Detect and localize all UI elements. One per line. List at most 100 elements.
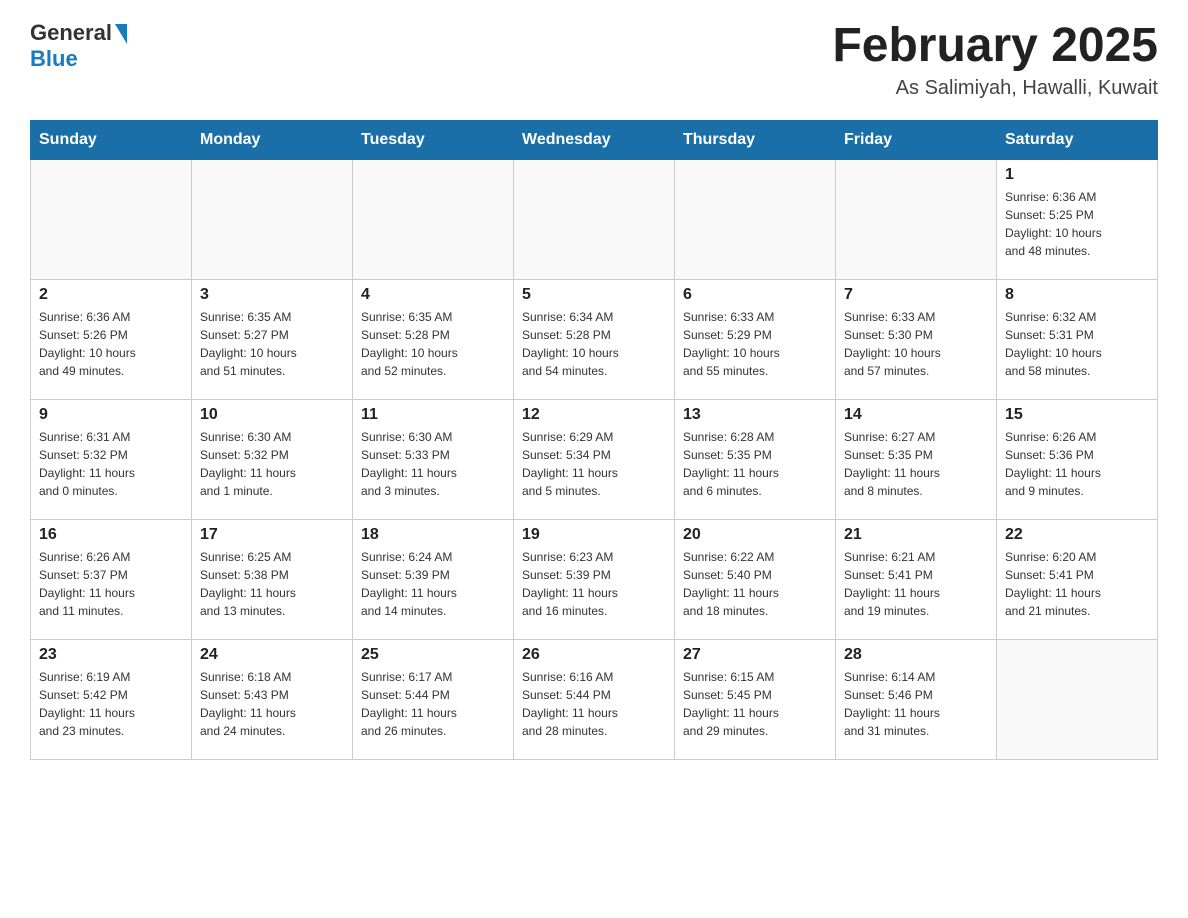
calendar-day-cell: 19 Sunrise: 6:23 AM Sunset: 5:39 PM Dayli… bbox=[514, 519, 675, 639]
day-info: Sunrise: 6:33 AM Sunset: 5:30 PM Dayligh… bbox=[844, 308, 988, 380]
day-number: 1 bbox=[1005, 166, 1149, 184]
calendar-day-cell: 20 Sunrise: 6:22 AM Sunset: 5:40 PM Dayli… bbox=[675, 519, 836, 639]
day-of-week-header: Monday bbox=[192, 120, 353, 159]
logo-triangle-icon bbox=[115, 24, 127, 44]
calendar-day-cell: 12 Sunrise: 6:29 AM Sunset: 5:34 PM Dayli… bbox=[514, 399, 675, 519]
day-number: 3 bbox=[200, 286, 344, 304]
calendar-day-cell: 16 Sunrise: 6:26 AM Sunset: 5:37 PM Dayli… bbox=[31, 519, 192, 639]
calendar-day-cell: 23 Sunrise: 6:19 AM Sunset: 5:42 PM Dayli… bbox=[31, 639, 192, 759]
calendar-day-cell: 15Sunrise: 6:26 AM Sunset: 5:36 PM Dayli… bbox=[997, 399, 1158, 519]
calendar-day-cell: 17 Sunrise: 6:25 AM Sunset: 5:38 PM Dayli… bbox=[192, 519, 353, 639]
day-number: 24 bbox=[200, 646, 344, 664]
day-number: 17 bbox=[200, 526, 344, 544]
day-info: Sunrise: 6:19 AM Sunset: 5:42 PM Dayligh… bbox=[39, 668, 183, 740]
calendar-day-cell: 6 Sunrise: 6:33 AM Sunset: 5:29 PM Daylig… bbox=[675, 279, 836, 399]
calendar-day-cell bbox=[675, 159, 836, 279]
calendar-day-cell bbox=[31, 159, 192, 279]
day-info: Sunrise: 6:29 AM Sunset: 5:34 PM Dayligh… bbox=[522, 428, 666, 500]
calendar-day-cell: 1 Sunrise: 6:36 AM Sunset: 5:25 PM Daylig… bbox=[997, 159, 1158, 279]
calendar-day-cell: 9Sunrise: 6:31 AM Sunset: 5:32 PM Daylig… bbox=[31, 399, 192, 519]
day-info: Sunrise: 6:20 AM Sunset: 5:41 PM Dayligh… bbox=[1005, 548, 1149, 620]
day-info: Sunrise: 6:22 AM Sunset: 5:40 PM Dayligh… bbox=[683, 548, 827, 620]
day-number: 22 bbox=[1005, 526, 1149, 544]
calendar-day-cell: 24 Sunrise: 6:18 AM Sunset: 5:43 PM Dayli… bbox=[192, 639, 353, 759]
day-info: Sunrise: 6:30 AM Sunset: 5:32 PM Dayligh… bbox=[200, 428, 344, 500]
header-row: SundayMondayTuesdayWednesdayThursdayFrid… bbox=[31, 120, 1158, 159]
calendar-day-cell bbox=[997, 639, 1158, 759]
day-info: Sunrise: 6:33 AM Sunset: 5:29 PM Dayligh… bbox=[683, 308, 827, 380]
day-number: 14 bbox=[844, 406, 988, 424]
month-title: February 2025 bbox=[832, 20, 1158, 73]
day-info: Sunrise: 6:16 AM Sunset: 5:44 PM Dayligh… bbox=[522, 668, 666, 740]
calendar-day-cell bbox=[836, 159, 997, 279]
day-number: 16 bbox=[39, 526, 183, 544]
calendar-week-row: 9Sunrise: 6:31 AM Sunset: 5:32 PM Daylig… bbox=[31, 399, 1158, 519]
day-info: Sunrise: 6:17 AM Sunset: 5:44 PM Dayligh… bbox=[361, 668, 505, 740]
calendar-day-cell: 10Sunrise: 6:30 AM Sunset: 5:32 PM Dayli… bbox=[192, 399, 353, 519]
day-number: 15 bbox=[1005, 406, 1149, 424]
day-of-week-header: Thursday bbox=[675, 120, 836, 159]
day-of-week-header: Friday bbox=[836, 120, 997, 159]
logo-blue-text: Blue bbox=[30, 46, 78, 71]
calendar-day-cell bbox=[192, 159, 353, 279]
day-info: Sunrise: 6:24 AM Sunset: 5:39 PM Dayligh… bbox=[361, 548, 505, 620]
day-info: Sunrise: 6:28 AM Sunset: 5:35 PM Dayligh… bbox=[683, 428, 827, 500]
day-info: Sunrise: 6:32 AM Sunset: 5:31 PM Dayligh… bbox=[1005, 308, 1149, 380]
day-number: 11 bbox=[361, 406, 505, 424]
day-info: Sunrise: 6:25 AM Sunset: 5:38 PM Dayligh… bbox=[200, 548, 344, 620]
calendar-day-cell: 18 Sunrise: 6:24 AM Sunset: 5:39 PM Dayli… bbox=[353, 519, 514, 639]
calendar-week-row: 1 Sunrise: 6:36 AM Sunset: 5:25 PM Daylig… bbox=[31, 159, 1158, 279]
page-header: General Blue February 2025 As Salimiyah,… bbox=[30, 20, 1158, 100]
calendar-header: SundayMondayTuesdayWednesdayThursdayFrid… bbox=[31, 120, 1158, 159]
day-number: 13 bbox=[683, 406, 827, 424]
day-info: Sunrise: 6:36 AM Sunset: 5:25 PM Dayligh… bbox=[1005, 188, 1149, 260]
day-info: Sunrise: 6:26 AM Sunset: 5:37 PM Dayligh… bbox=[39, 548, 183, 620]
day-number: 19 bbox=[522, 526, 666, 544]
calendar-day-cell: 13 Sunrise: 6:28 AM Sunset: 5:35 PM Dayli… bbox=[675, 399, 836, 519]
calendar-day-cell: 26 Sunrise: 6:16 AM Sunset: 5:44 PM Dayli… bbox=[514, 639, 675, 759]
day-info: Sunrise: 6:21 AM Sunset: 5:41 PM Dayligh… bbox=[844, 548, 988, 620]
calendar-day-cell: 8Sunrise: 6:32 AM Sunset: 5:31 PM Daylig… bbox=[997, 279, 1158, 399]
day-info: Sunrise: 6:30 AM Sunset: 5:33 PM Dayligh… bbox=[361, 428, 505, 500]
day-number: 12 bbox=[522, 406, 666, 424]
calendar-day-cell: 28Sunrise: 6:14 AM Sunset: 5:46 PM Dayli… bbox=[836, 639, 997, 759]
day-number: 23 bbox=[39, 646, 183, 664]
day-number: 25 bbox=[361, 646, 505, 664]
day-info: Sunrise: 6:35 AM Sunset: 5:27 PM Dayligh… bbox=[200, 308, 344, 380]
logo: General Blue bbox=[30, 20, 127, 72]
calendar-day-cell: 22 Sunrise: 6:20 AM Sunset: 5:41 PM Dayli… bbox=[997, 519, 1158, 639]
calendar-day-cell: 3 Sunrise: 6:35 AM Sunset: 5:27 PM Daylig… bbox=[192, 279, 353, 399]
day-number: 18 bbox=[361, 526, 505, 544]
day-info: Sunrise: 6:15 AM Sunset: 5:45 PM Dayligh… bbox=[683, 668, 827, 740]
calendar-week-row: 23 Sunrise: 6:19 AM Sunset: 5:42 PM Dayli… bbox=[31, 639, 1158, 759]
calendar-day-cell: 27 Sunrise: 6:15 AM Sunset: 5:45 PM Dayli… bbox=[675, 639, 836, 759]
calendar-week-row: 16 Sunrise: 6:26 AM Sunset: 5:37 PM Dayli… bbox=[31, 519, 1158, 639]
day-number: 28 bbox=[844, 646, 988, 664]
day-of-week-header: Sunday bbox=[31, 120, 192, 159]
day-number: 4 bbox=[361, 286, 505, 304]
day-number: 27 bbox=[683, 646, 827, 664]
day-of-week-header: Wednesday bbox=[514, 120, 675, 159]
day-info: Sunrise: 6:31 AM Sunset: 5:32 PM Dayligh… bbox=[39, 428, 183, 500]
calendar-day-cell: 4Sunrise: 6:35 AM Sunset: 5:28 PM Daylig… bbox=[353, 279, 514, 399]
calendar-day-cell: 7 Sunrise: 6:33 AM Sunset: 5:30 PM Daylig… bbox=[836, 279, 997, 399]
day-number: 26 bbox=[522, 646, 666, 664]
day-of-week-header: Tuesday bbox=[353, 120, 514, 159]
day-info: Sunrise: 6:23 AM Sunset: 5:39 PM Dayligh… bbox=[522, 548, 666, 620]
day-number: 2 bbox=[39, 286, 183, 304]
day-number: 20 bbox=[683, 526, 827, 544]
calendar-day-cell bbox=[353, 159, 514, 279]
day-number: 6 bbox=[683, 286, 827, 304]
calendar-day-cell: 25 Sunrise: 6:17 AM Sunset: 5:44 PM Dayli… bbox=[353, 639, 514, 759]
day-of-week-header: Saturday bbox=[997, 120, 1158, 159]
day-number: 7 bbox=[844, 286, 988, 304]
day-number: 21 bbox=[844, 526, 988, 544]
calendar-day-cell: 5Sunrise: 6:34 AM Sunset: 5:28 PM Daylig… bbox=[514, 279, 675, 399]
location-text: As Salimiyah, Hawalli, Kuwait bbox=[832, 77, 1158, 100]
day-info: Sunrise: 6:18 AM Sunset: 5:43 PM Dayligh… bbox=[200, 668, 344, 740]
title-block: February 2025 As Salimiyah, Hawalli, Kuw… bbox=[832, 20, 1158, 100]
calendar-day-cell: 11 Sunrise: 6:30 AM Sunset: 5:33 PM Dayli… bbox=[353, 399, 514, 519]
calendar-body: 1 Sunrise: 6:36 AM Sunset: 5:25 PM Daylig… bbox=[31, 159, 1158, 759]
calendar-day-cell: 21 Sunrise: 6:21 AM Sunset: 5:41 PM Dayli… bbox=[836, 519, 997, 639]
calendar-day-cell: 2Sunrise: 6:36 AM Sunset: 5:26 PM Daylig… bbox=[31, 279, 192, 399]
